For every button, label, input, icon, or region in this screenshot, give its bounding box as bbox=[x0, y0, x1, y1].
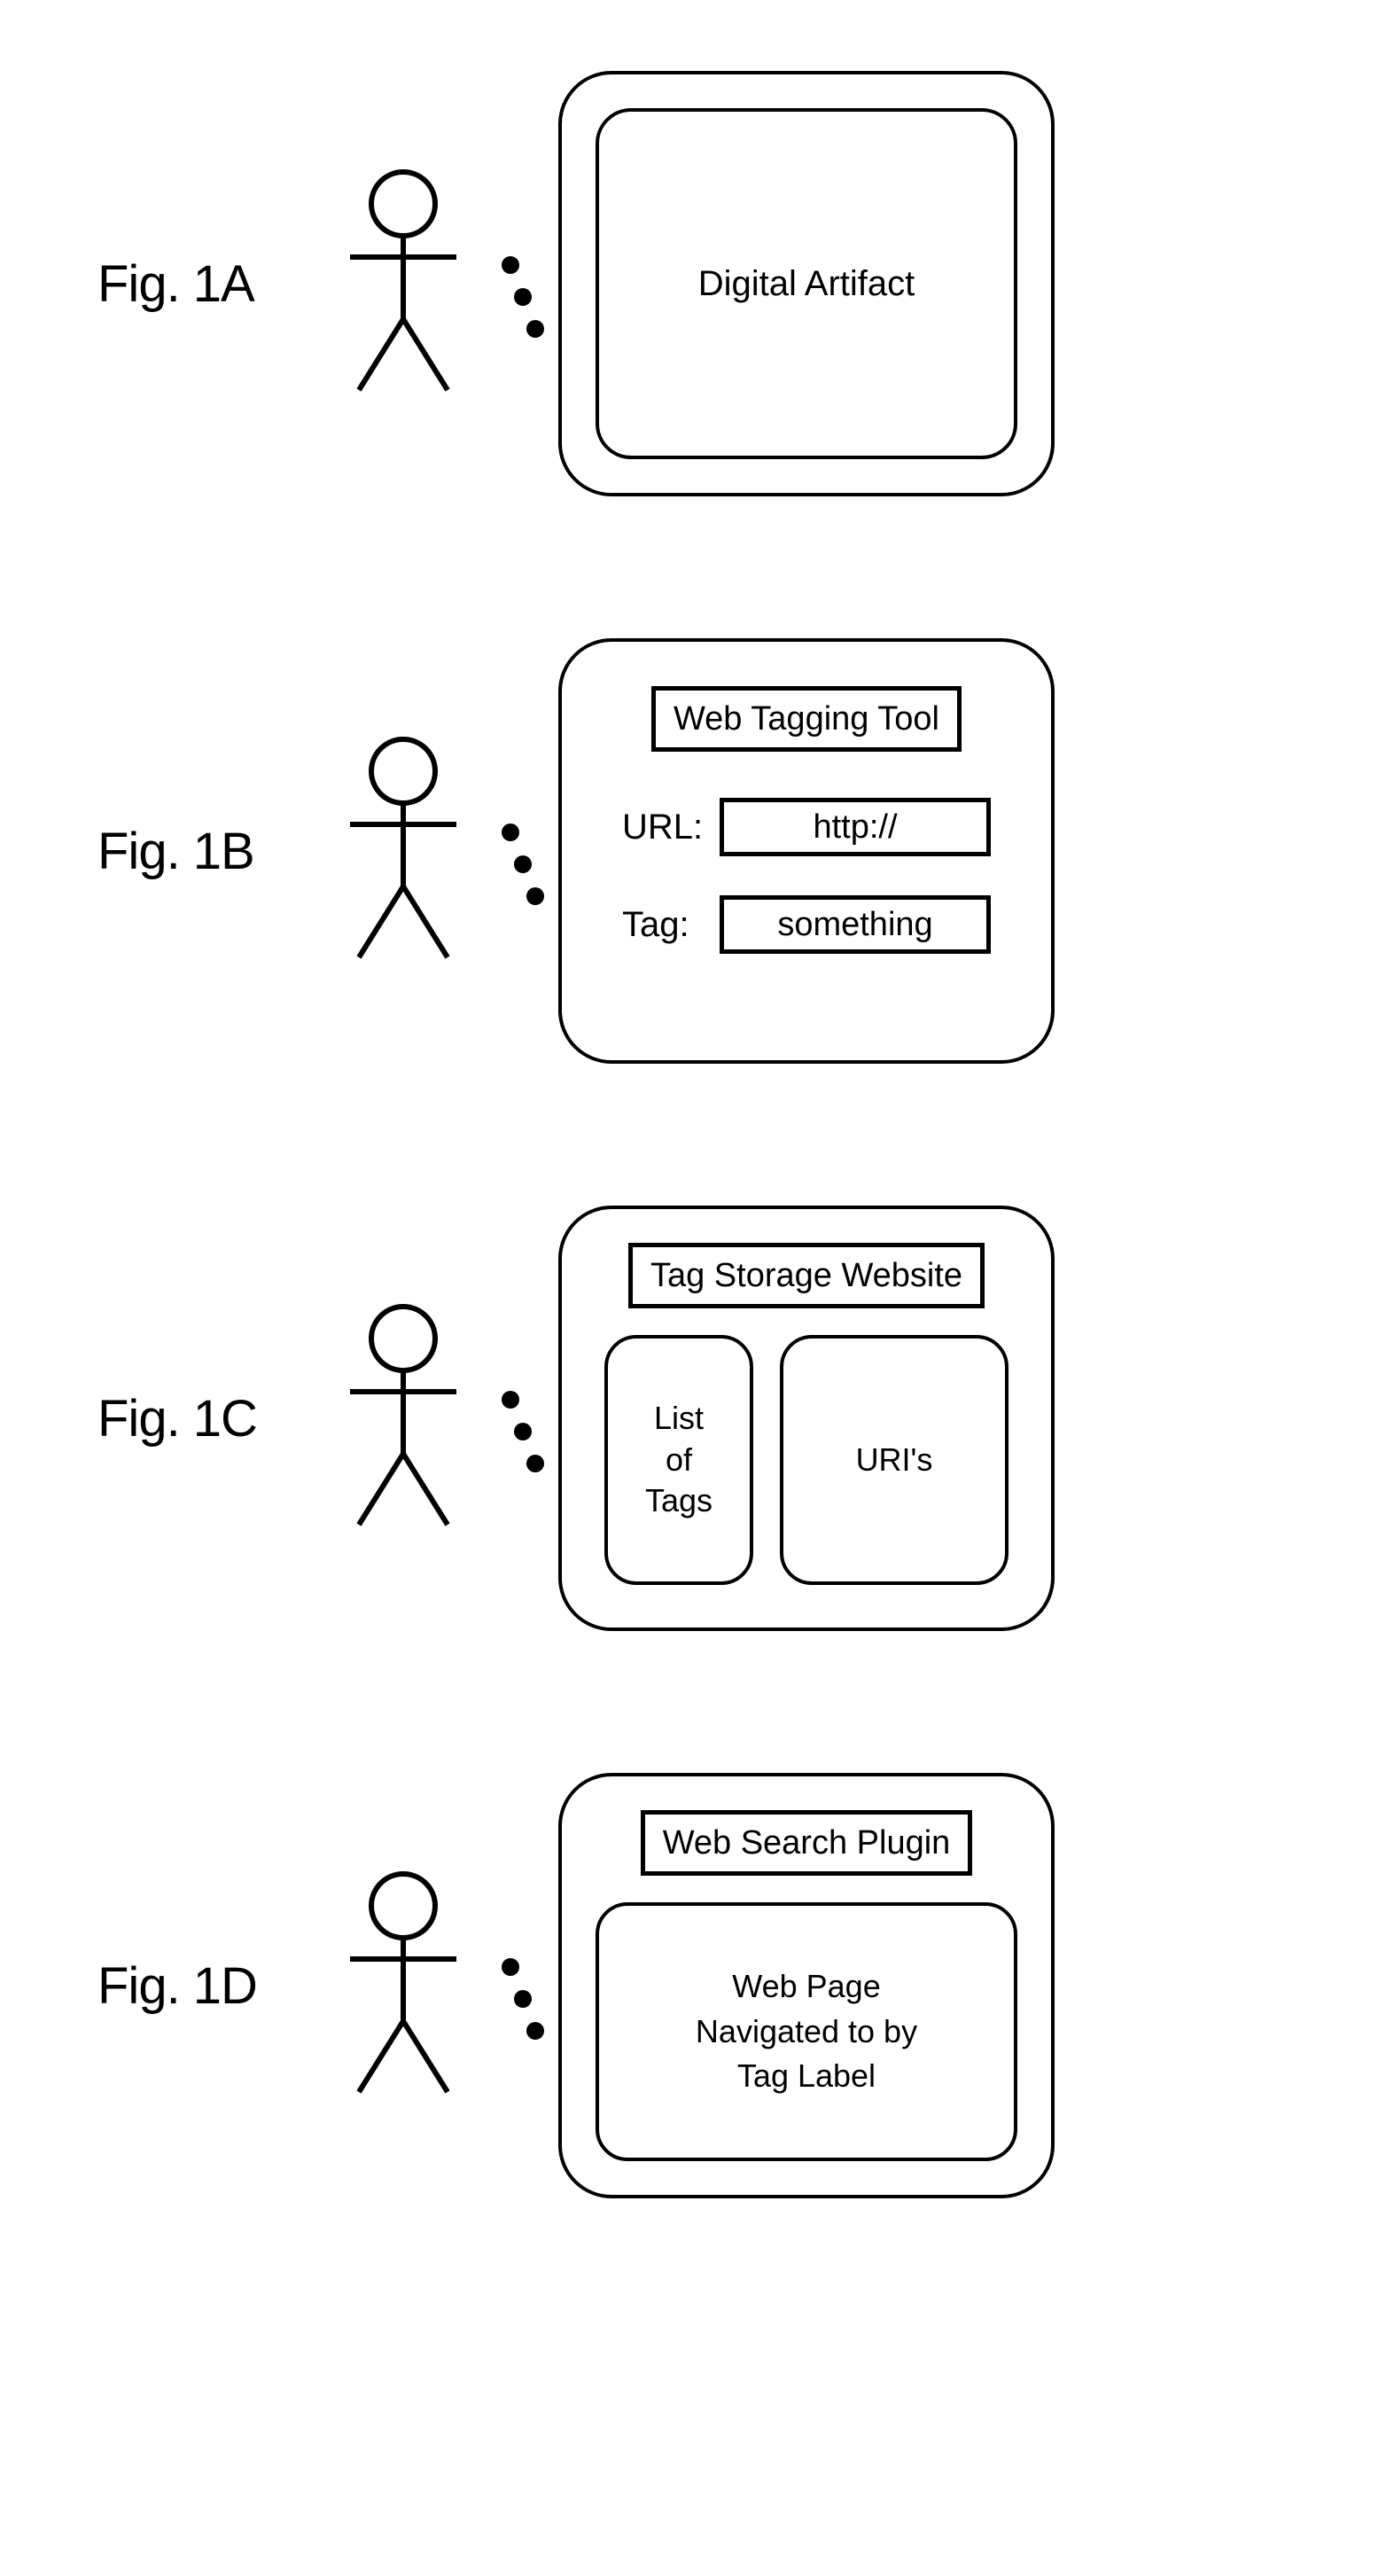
web-tagging-tool-title: Web Tagging Tool bbox=[651, 686, 962, 752]
figure-1a: Fig. 1A Digital Artifact bbox=[0, 71, 1394, 496]
figure-1c-label: Fig. 1C bbox=[0, 1389, 319, 1448]
ellipsis-icon bbox=[487, 242, 558, 325]
tag-row: Tag: something bbox=[622, 895, 991, 954]
tag-input[interactable]: something bbox=[720, 895, 991, 954]
screen-1b: Web Tagging Tool URL: http:// Tag: somet… bbox=[558, 638, 1055, 1064]
diagram-page: Fig. 1A Digital Artifact Fig. 1B Web Tag… bbox=[0, 0, 1394, 2305]
figure-1d-label: Fig. 1D bbox=[0, 1956, 319, 2016]
person-icon bbox=[319, 1870, 487, 2101]
url-label: URL: bbox=[622, 808, 720, 847]
uris-box: URI's bbox=[780, 1335, 1009, 1585]
screen-1d: Web Search Plugin Web Page Navigated to … bbox=[558, 1773, 1055, 2198]
columns: List of Tags URI's bbox=[596, 1335, 1017, 1594]
figure-1b: Fig. 1B Web Tagging Tool URL: http:// Ta… bbox=[0, 638, 1394, 1064]
screen-1c: Tag Storage Website List of Tags URI's bbox=[558, 1206, 1055, 1631]
ellipsis-icon bbox=[487, 1377, 558, 1460]
url-row: URL: http:// bbox=[622, 798, 991, 856]
list-of-tags-box: List of Tags bbox=[604, 1335, 753, 1585]
figure-1a-label: Fig. 1A bbox=[0, 254, 319, 314]
tag-label: Tag: bbox=[622, 905, 720, 945]
person-icon bbox=[319, 736, 487, 966]
digital-artifact-box: Digital Artifact bbox=[596, 108, 1017, 459]
screen-1a: Digital Artifact bbox=[558, 71, 1055, 496]
navigated-panel: Web Page Navigated to by Tag Label bbox=[596, 1902, 1017, 2161]
url-input[interactable]: http:// bbox=[720, 798, 991, 856]
person-icon bbox=[319, 1303, 487, 1534]
figure-1c: Fig. 1C Tag Storage Website List of Tags… bbox=[0, 1206, 1394, 1631]
ellipsis-icon bbox=[487, 1944, 558, 2027]
tag-storage-title: Tag Storage Website bbox=[628, 1243, 985, 1308]
web-search-plugin-title: Web Search Plugin bbox=[641, 1810, 973, 1876]
ellipsis-icon bbox=[487, 809, 558, 893]
figure-1b-label: Fig. 1B bbox=[0, 822, 319, 881]
figure-1d: Fig. 1D Web Search Plugin Web Page Navig… bbox=[0, 1773, 1394, 2198]
person-icon bbox=[319, 168, 487, 399]
